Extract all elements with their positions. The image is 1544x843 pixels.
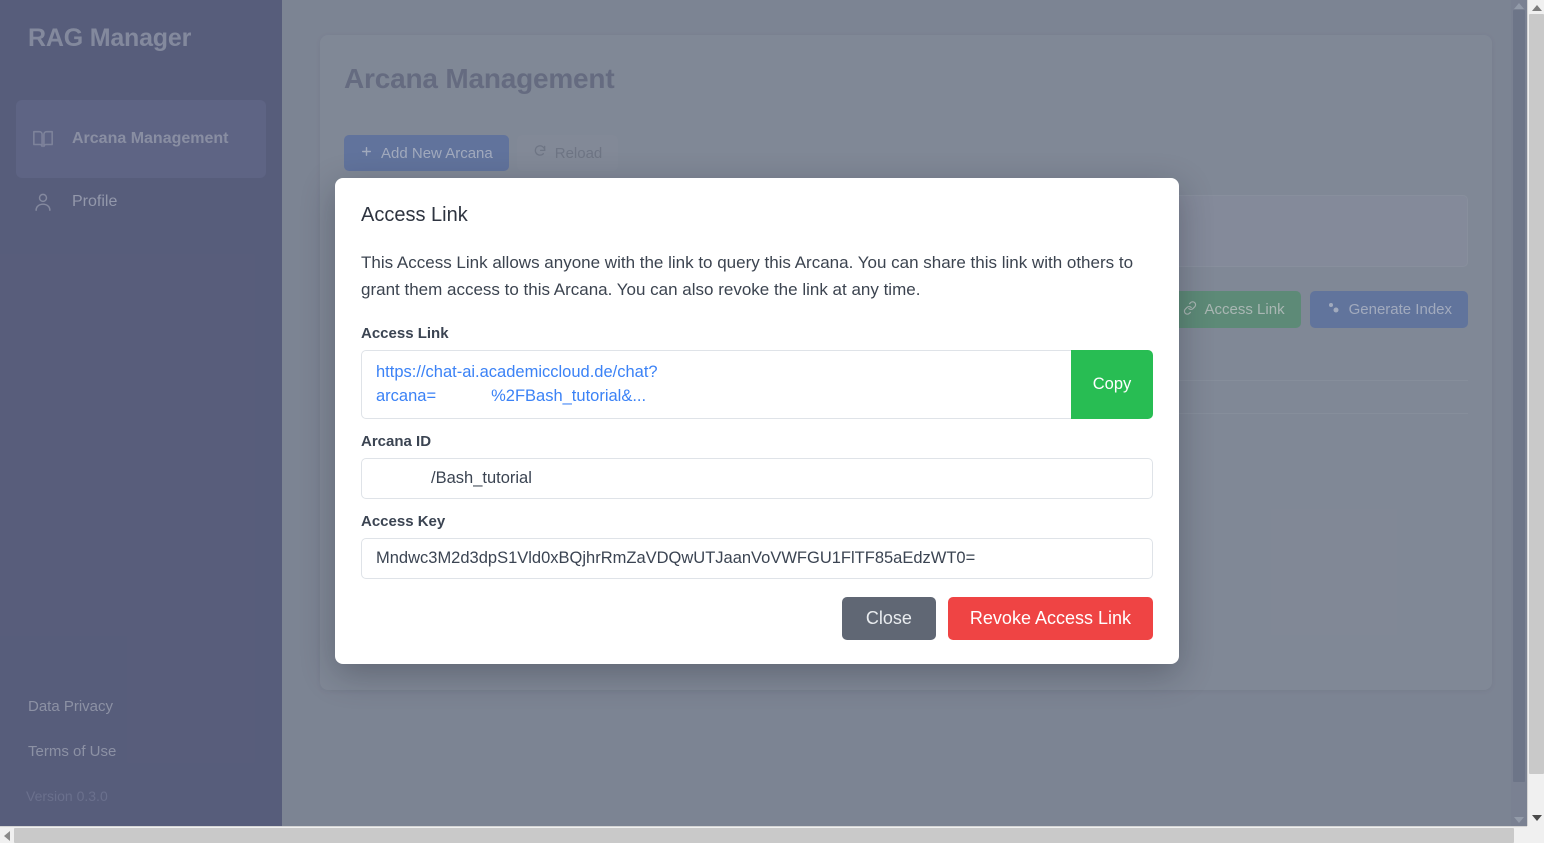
page-title: Arcana Management [344, 63, 615, 94]
modal-actions: Close Revoke Access Link [841, 597, 1153, 640]
browser-vertical-scrollbar[interactable] [1527, 0, 1544, 826]
revoke-access-link-button[interactable]: Revoke Access Link [947, 597, 1153, 640]
refresh-icon [533, 144, 547, 162]
scroll-up-arrow-icon[interactable] [1514, 3, 1524, 9]
access-link-button[interactable]: Access Link [1166, 291, 1301, 328]
browser-horizontal-scrollbar-thumb[interactable] [14, 828, 1514, 843]
arcana-id-field-label: Arcana ID [361, 433, 432, 451]
book-open-icon [32, 128, 54, 150]
arcana-row-actions: Access Link Generate Index [1166, 291, 1468, 328]
access-key-input[interactable]: Mndwc3M2d3dpS1Vld0xBQjhrRmZaVDQwUTJaanVo… [361, 538, 1153, 580]
generate-index-label: Generate Index [1348, 301, 1452, 318]
version-label: Version 0.3.0 [26, 788, 108, 804]
sidebar-item-arcana-management[interactable]: Arcana Management [16, 100, 266, 178]
scroll-down-arrow-icon[interactable] [1532, 815, 1542, 821]
terms-of-use-link[interactable]: Terms of Use [28, 743, 268, 760]
add-new-arcana-button[interactable]: Add New Arcana [344, 135, 509, 171]
browser-vertical-scrollbar-thumb[interactable] [1529, 14, 1544, 774]
access-link-label: Access Link [1204, 301, 1285, 318]
inner-scrollbar-thumb[interactable] [1513, 10, 1525, 782]
scroll-down-arrow-icon[interactable] [1514, 817, 1524, 823]
cogs-icon [1326, 300, 1341, 319]
scroll-left-arrow-icon[interactable] [4, 831, 10, 841]
close-button[interactable]: Close [841, 597, 936, 640]
data-privacy-link[interactable]: Data Privacy [28, 698, 268, 715]
toolbar: Add New Arcana Reload [344, 135, 619, 171]
link-icon [1183, 300, 1197, 319]
sidebar-item-profile[interactable]: Profile [16, 178, 266, 226]
plus-icon [360, 145, 373, 162]
inner-vertical-scrollbar[interactable] [1511, 0, 1527, 826]
sidebar-nav: Arcana Management Profile [16, 100, 266, 226]
app-root: RAG Manager Arcana Management Profile Da… [0, 0, 1527, 826]
access-link-modal: Access Link This Access Link allows anyo… [335, 178, 1179, 664]
generate-index-button[interactable]: Generate Index [1309, 291, 1468, 328]
access-link-input-group: https://chat-ai.academiccloud.de/chat? a… [361, 350, 1153, 420]
copy-button[interactable]: Copy [1071, 350, 1153, 420]
reload-button[interactable]: Reload [516, 135, 619, 171]
access-key-field-label: Access Key [361, 513, 446, 531]
user-icon [32, 191, 54, 213]
scroll-up-arrow-icon[interactable] [1532, 5, 1542, 11]
sidebar-item-label: Profile [72, 193, 118, 211]
reload-label: Reload [554, 144, 603, 162]
sidebar-footer: Data Privacy Terms of Use Version 0.3.0 [26, 698, 268, 804]
app-brand-title: RAG Manager [28, 24, 192, 52]
add-new-arcana-label: Add New Arcana [381, 144, 493, 162]
sidebar: RAG Manager Arcana Management Profile Da… [0, 0, 282, 826]
sidebar-item-label: Arcana Management [72, 130, 229, 148]
modal-title: Access Link [361, 204, 468, 226]
browser-horizontal-scrollbar[interactable] [0, 826, 1544, 843]
arcana-id-input[interactable]: /Bash_tutorial [361, 458, 1153, 500]
access-link-field-label: Access Link [361, 325, 449, 343]
scrollbar-corner [1527, 826, 1544, 843]
access-link-value[interactable]: https://chat-ai.academiccloud.de/chat? a… [361, 350, 1071, 420]
modal-description: This Access Link allows anyone with the … [361, 253, 1134, 300]
